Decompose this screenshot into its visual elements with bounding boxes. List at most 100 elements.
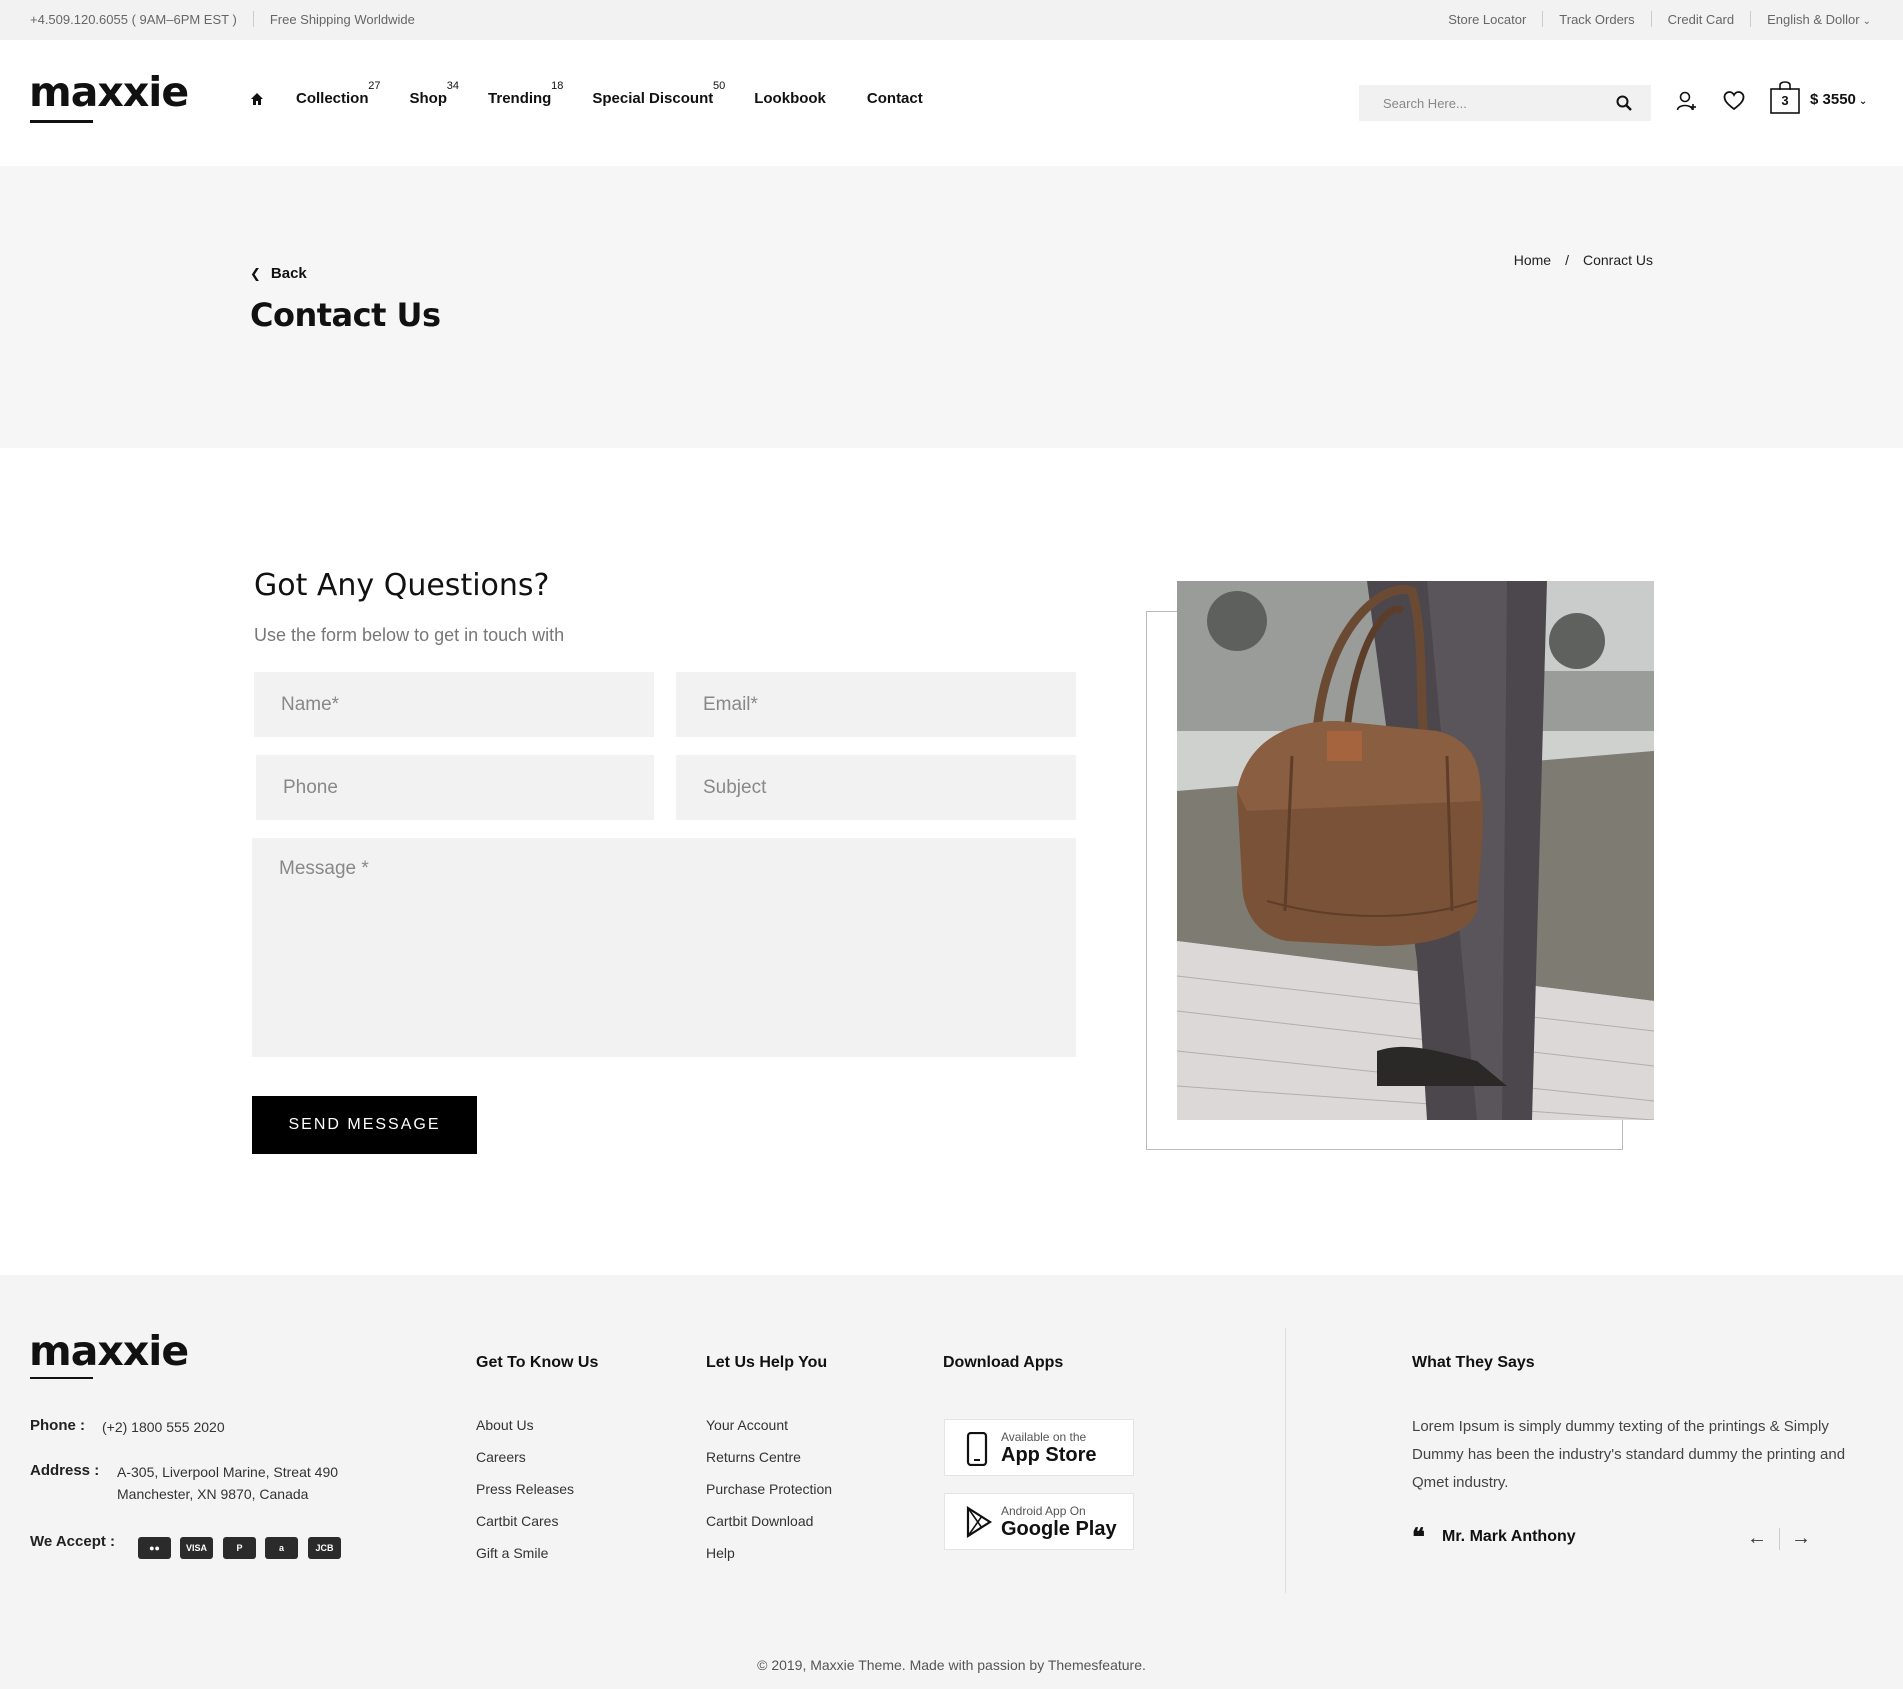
breadcrumb-current: Conract Us xyxy=(1582,252,1653,268)
footer-link-help[interactable]: Help xyxy=(706,1545,735,1561)
footer-link-press-releases[interactable]: Press Releases xyxy=(476,1481,574,1497)
divider xyxy=(252,11,254,27)
footer-link-about-us[interactable]: About Us xyxy=(476,1417,534,1433)
cart-total[interactable]: $ 3550 ⌄ xyxy=(1810,91,1867,108)
app-store-button[interactable]: Available on the App Store xyxy=(944,1419,1134,1476)
name-field[interactable] xyxy=(254,672,654,737)
language-label: English & Dollor xyxy=(1767,11,1860,27)
footer-link-returns-centre[interactable]: Returns Centre xyxy=(706,1449,801,1465)
home-icon[interactable] xyxy=(250,92,264,106)
footer-col-title: Let Us Help You xyxy=(706,1354,828,1371)
footer-link-cartbit-cares[interactable]: Cartbit Cares xyxy=(476,1513,558,1529)
nav-label: Trending xyxy=(488,90,552,107)
heart-icon[interactable] xyxy=(1723,90,1745,112)
page-title-band: ❮ Back Contact Us Home / Conract Us xyxy=(0,166,1903,448)
nav-item-shop[interactable]: Shop 34 xyxy=(409,80,460,107)
we-accept-label: We Accept : xyxy=(30,1533,116,1550)
nav-count: 34 xyxy=(446,80,460,92)
email-field[interactable] xyxy=(676,672,1076,737)
product-photo xyxy=(1177,581,1654,1120)
chevron-down-icon: ⌄ xyxy=(1862,15,1871,27)
footer-divider xyxy=(1285,1328,1286,1593)
arrow-left-icon[interactable]: ← xyxy=(1747,1527,1767,1550)
chevron-down-icon: ⌄ xyxy=(1858,96,1868,107)
address-label: Address : xyxy=(30,1462,100,1479)
phone-value: (+2) 1800 555 2020 xyxy=(102,1419,225,1435)
divider xyxy=(1542,11,1544,27)
language-currency-dropdown[interactable]: English & Dollor ⌄ xyxy=(1767,12,1871,27)
subject-field[interactable] xyxy=(676,755,1076,820)
divider xyxy=(1750,11,1752,27)
nav-label: Contact xyxy=(866,90,923,107)
nav-count: 50 xyxy=(712,80,726,92)
quote-icon: ❝ xyxy=(1412,1522,1425,1551)
search-icon[interactable] xyxy=(1615,94,1633,112)
nav-item-collection[interactable]: Collection 27 xyxy=(296,80,381,107)
bag-photo-illustration xyxy=(1177,581,1654,1120)
nav-label: Special Discount xyxy=(592,90,714,107)
nav-item-special-discount[interactable]: Special Discount 50 xyxy=(592,80,725,107)
nav-label: Shop xyxy=(409,90,448,107)
nav-label: Collection xyxy=(296,90,369,107)
copyright: © 2019, Maxxie Theme. Made with passion … xyxy=(757,1657,1146,1673)
footer-link-purchase-protection[interactable]: Purchase Protection xyxy=(706,1481,832,1497)
back-link[interactable]: ❮ Back xyxy=(250,265,307,282)
amazon-icon: a xyxy=(265,1537,298,1559)
track-orders-link[interactable]: Track Orders xyxy=(1559,12,1634,27)
footer-link-careers[interactable]: Careers xyxy=(476,1449,526,1465)
send-message-button[interactable]: SEND MESSAGE xyxy=(252,1096,477,1154)
testimonial-text: Lorem Ipsum is simply dummy texting of t… xyxy=(1412,1418,1846,1491)
breadcrumb: Home / Conract Us xyxy=(1514,252,1653,268)
divider xyxy=(1650,11,1652,27)
jcb-icon: JCB xyxy=(308,1537,341,1559)
play-store-icon xyxy=(966,1506,993,1538)
logo-underline xyxy=(30,120,93,123)
phone-field[interactable] xyxy=(256,755,654,820)
address-line-2: Manchester, XN 9870, Canada xyxy=(117,1486,309,1502)
breadcrumb-home[interactable]: Home xyxy=(1514,252,1551,268)
testimonial-author: Mr. Mark Anthony xyxy=(1442,1528,1576,1545)
logo[interactable]: maxxie xyxy=(29,68,189,116)
store-locator-link[interactable]: Store Locator xyxy=(1448,12,1526,27)
phone-label: Phone : xyxy=(30,1417,85,1434)
nav-item-trending[interactable]: Trending 18 xyxy=(488,80,563,107)
breadcrumb-separator: / xyxy=(1565,252,1569,268)
site-header: maxxie Collection 27 Shop 34 Trending 18 Sp… xyxy=(0,40,1903,166)
footer-col-title: Download Apps xyxy=(943,1354,1064,1371)
footer-link-your-account[interactable]: Your Account xyxy=(706,1417,788,1433)
mastercard-icon: ●● xyxy=(138,1537,171,1559)
footer-link-cartbit-download[interactable]: Cartbit Download xyxy=(706,1513,813,1529)
message-field[interactable] xyxy=(252,838,1076,1057)
google-play-button[interactable]: Android App On Google Play xyxy=(944,1493,1134,1550)
search-input[interactable] xyxy=(1359,95,1599,111)
credit-card-link[interactable]: Credit Card xyxy=(1668,12,1734,27)
nav-item-contact[interactable]: Contact xyxy=(867,90,923,107)
address-line-1: A-305, Liverpool Marine, Streat 490 xyxy=(117,1464,339,1480)
page-title: Contact Us xyxy=(250,296,441,334)
phone-icon xyxy=(966,1432,988,1466)
chevron-left-icon: ❮ xyxy=(250,265,261,281)
footer-link-gift-a-smile[interactable]: Gift a Smile xyxy=(476,1545,548,1561)
back-label: Back xyxy=(270,265,307,282)
nav-item-lookbook[interactable]: Lookbook xyxy=(754,90,826,107)
user-add-icon[interactable] xyxy=(1676,90,1698,112)
divider xyxy=(1779,1528,1780,1550)
google-play-small-text: Android App On xyxy=(1001,1504,1086,1518)
nav-label: Lookbook xyxy=(754,90,826,107)
form-heading: Got Any Questions? xyxy=(254,568,550,603)
logo-underline xyxy=(30,1377,93,1379)
cart-total-value: $ 3550 xyxy=(1810,91,1856,108)
support-phone: +4.509.120.6055 ( 9AM–6PM EST ) xyxy=(30,11,237,27)
arrow-right-icon[interactable]: → xyxy=(1791,1527,1811,1550)
main-nav: Collection 27 Shop 34 Trending 18 Special D… xyxy=(250,80,964,107)
visa-icon: VISA xyxy=(180,1537,213,1559)
app-store-small-text: Available on the xyxy=(1001,1430,1087,1444)
form-subheading: Use the form below to get in touch with xyxy=(254,625,565,645)
top-bar: +4.509.120.6055 ( 9AM–6PM EST ) Free Shi… xyxy=(0,0,1903,40)
footer-logo[interactable]: maxxie xyxy=(29,1327,189,1375)
app-store-big-text: App Store xyxy=(1001,1444,1097,1466)
paypal-icon: P xyxy=(223,1537,256,1559)
nav-count: 27 xyxy=(368,80,381,92)
search-bar xyxy=(1359,85,1651,121)
shipping-notice: Free Shipping Worldwide xyxy=(269,11,415,27)
